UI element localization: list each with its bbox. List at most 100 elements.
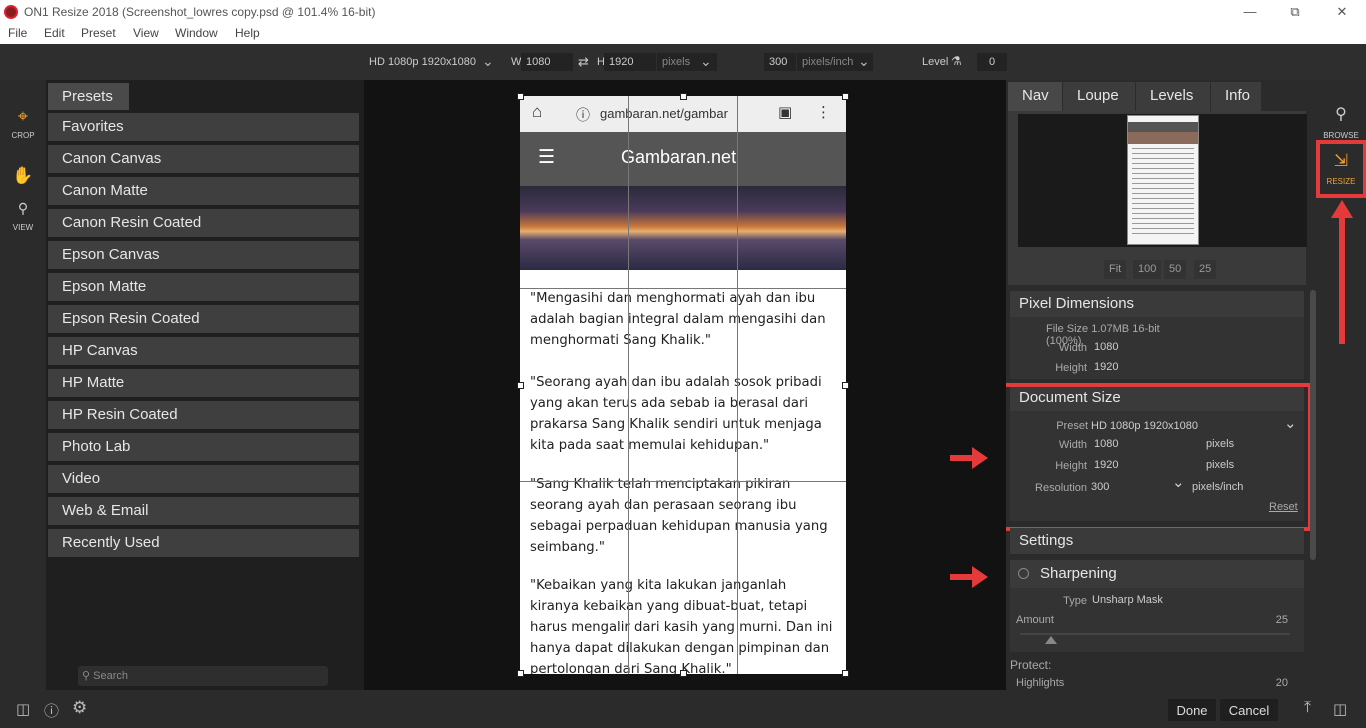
chevron-down-icon[interactable]: ⌄ (482, 53, 494, 70)
crop-handle[interactable] (680, 670, 687, 677)
tab-levels[interactable]: Levels (1136, 82, 1210, 111)
preset-hp-canvas[interactable]: HP Canvas (48, 337, 359, 365)
tab-loupe[interactable]: Loupe (1063, 82, 1135, 111)
level-input[interactable]: 0 (977, 53, 1007, 71)
zoom-50-button[interactable]: 50 (1164, 260, 1187, 279)
gear-icon[interactable]: ⚙ (72, 698, 87, 718)
cancel-button[interactable]: Cancel (1220, 699, 1278, 721)
right-module-rail: ⚲ BROWSE ⇲ RESIZE (1316, 80, 1366, 690)
amount-label: Amount (1016, 614, 1054, 626)
preset-web-email[interactable]: Web & Email (48, 497, 359, 525)
zoom-25-button[interactable]: 25 (1194, 260, 1217, 279)
crop-handle[interactable] (842, 670, 849, 677)
crop-handle[interactable] (842, 382, 849, 389)
settings-header[interactable]: Settings (1010, 528, 1304, 554)
preset-epson-matte[interactable]: Epson Matte (48, 273, 359, 301)
height-input[interactable]: 1920 (604, 53, 656, 71)
browse-icon[interactable]: ⚲ (1318, 104, 1364, 124)
preset-video[interactable]: Video (48, 465, 359, 493)
sharpening-header[interactable]: Sharpening (1040, 565, 1117, 582)
menu-preset[interactable]: Preset (81, 26, 116, 40)
preset-epson-canvas[interactable]: Epson Canvas (48, 241, 359, 269)
preset-hp-resin-coated[interactable]: HP Resin Coated (48, 401, 359, 429)
document-paragraph: "Sang Khalik telah menciptakan pikiran s… (530, 477, 828, 555)
document-image[interactable]: ⌂ ⓘ gambaran.net/gambar ▣ ⋮ ☰ Gambaran.n… (520, 96, 846, 674)
restore-icon[interactable]: ⧉ (1285, 2, 1305, 22)
width-label: W (511, 56, 522, 68)
minimize-icon[interactable]: — (1240, 2, 1260, 22)
image-canvas[interactable]: ⌂ ⓘ gambaran.net/gambar ▣ ⋮ ☰ Gambaran.n… (364, 80, 1006, 690)
sharpening-toggle-icon[interactable] (1018, 568, 1029, 579)
resize-icon[interactable]: ⇲ (1318, 151, 1364, 171)
preset-hp-matte[interactable]: HP Matte (48, 369, 359, 397)
zoom-100-button[interactable]: 100 (1133, 260, 1162, 279)
right-panel: Nav Loupe Levels Info Fit 100 50 25 Pixe… (1006, 80, 1318, 690)
info-icon: ⓘ (576, 107, 590, 123)
presets-search-input[interactable]: ⚲ Search (78, 666, 328, 686)
amount-slider-thumb[interactable] (1045, 636, 1057, 644)
chevron-down-icon[interactable]: ⌄ (858, 53, 870, 70)
width-input[interactable]: 1080 (521, 53, 573, 71)
annotation-arrow (1339, 216, 1345, 344)
share-icon[interactable]: ⤒ (1304, 699, 1311, 717)
crop-handle[interactable] (517, 93, 524, 100)
resize-label: RESIZE (1326, 177, 1356, 186)
tab-info[interactable]: Info (1211, 82, 1261, 111)
pixel-dimensions-header[interactable]: Pixel Dimensions (1010, 291, 1304, 317)
crop-grid-line (628, 96, 629, 674)
preset-epson-resin-coated[interactable]: Epson Resin Coated (48, 305, 359, 333)
preset-favorites[interactable]: Favorites (48, 113, 359, 141)
preset-canon-resin-coated[interactable]: Canon Resin Coated (48, 209, 359, 237)
level-icon[interactable]: ⚗ (951, 54, 962, 68)
highlights-label: Highlights (1016, 677, 1065, 689)
preset-recently-used[interactable]: Recently Used (48, 529, 359, 557)
search-placeholder: Search (93, 670, 128, 682)
view-label: VIEW (12, 223, 34, 232)
hand-icon[interactable]: ✋ (0, 166, 46, 186)
menu-edit[interactable]: Edit (44, 26, 65, 40)
preset-canon-matte[interactable]: Canon Matte (48, 177, 359, 205)
app-logo-icon (4, 5, 18, 19)
crop-handle[interactable] (517, 670, 524, 677)
browse-label: BROWSE (1323, 131, 1359, 140)
link-dimensions-icon[interactable]: ⇄ (578, 54, 589, 70)
navigator-preview[interactable] (1018, 114, 1307, 247)
preset-dropdown[interactable]: HD 1080p 1920x1080 (369, 56, 476, 68)
crop-icon[interactable]: ⌖ (0, 106, 46, 127)
preset-canon-canvas[interactable]: Canon Canvas (48, 145, 359, 173)
right-panel-toggle-icon[interactable]: ◫ (1333, 700, 1347, 718)
sharpening-type-label: Type (1063, 595, 1087, 607)
highlights-value: 20 (1275, 677, 1288, 689)
tab-nav[interactable]: Nav (1008, 82, 1062, 111)
close-icon[interactable]: ✕ (1332, 2, 1352, 22)
level-label: Level (922, 56, 949, 68)
menu-file[interactable]: File (8, 26, 27, 40)
menu-window[interactable]: Window (175, 26, 218, 40)
presets-header[interactable]: Presets (48, 83, 129, 110)
amount-value: 25 (1275, 614, 1288, 626)
menu-view[interactable]: View (133, 26, 159, 40)
left-tool-rail: ⌖ CROP ✋ ⚲ VIEW (0, 80, 46, 690)
preset-photo-lab[interactable]: Photo Lab (48, 433, 359, 461)
panel-scrollbar[interactable] (1310, 290, 1316, 560)
panel-toggle-icon[interactable]: ◫ (16, 700, 30, 718)
hamburger-icon: ☰ (538, 147, 556, 168)
resolution-input[interactable]: 300 (764, 53, 796, 71)
sharpening-type-select[interactable]: Unsharp Mask (1088, 591, 1264, 610)
done-button[interactable]: Done (1168, 699, 1216, 721)
navigator-thumbnail (1127, 115, 1199, 245)
crop-handle[interactable] (842, 93, 849, 100)
amount-slider-track[interactable] (1020, 633, 1290, 635)
thumbnail-header (1128, 122, 1198, 132)
chevron-down-icon[interactable]: ⌄ (700, 53, 712, 70)
window-title: ON1 Resize 2018 (Screenshot_lowres copy.… (24, 5, 376, 19)
crop-handle[interactable] (517, 382, 524, 389)
menu-help[interactable]: Help (235, 26, 260, 40)
document-paragraph: "Mengasihi dan menghormati ayah dan ibu … (530, 291, 826, 348)
zoom-icon[interactable]: ⚲ (0, 200, 46, 217)
help-icon[interactable]: ⓘ (44, 700, 59, 721)
crop-handle[interactable] (680, 93, 687, 100)
pixel-height-label: Height (1055, 362, 1087, 374)
zoom-fit-button[interactable]: Fit (1104, 260, 1127, 279)
tabs-icon: ▣ (778, 104, 793, 121)
